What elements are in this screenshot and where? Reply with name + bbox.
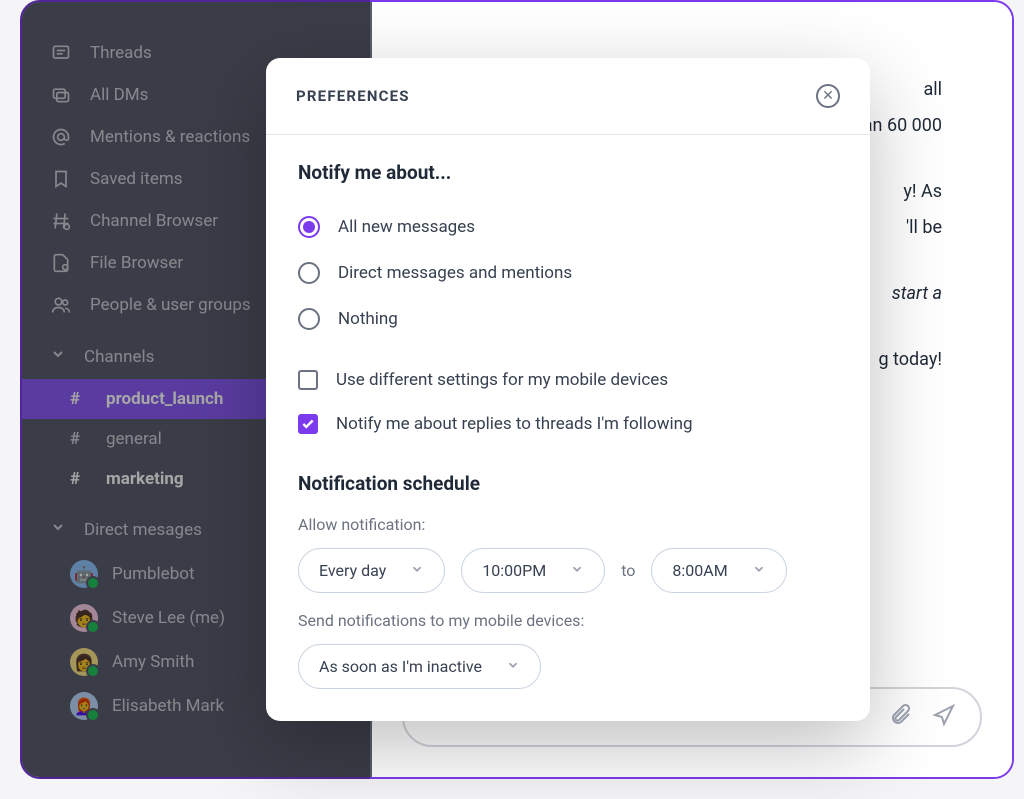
msg-text: g today!: [878, 349, 942, 370]
radio-label: All new messages: [338, 217, 475, 237]
dm-label: Steve Lee (me): [112, 608, 225, 628]
mentions-icon: [50, 126, 72, 148]
to-label: to: [621, 561, 635, 580]
checkbox-label: Use different settings for my mobile dev…: [336, 370, 668, 390]
dm-label: Pumblebot: [112, 564, 195, 584]
chevron-down-icon: [570, 561, 584, 580]
close-icon: ✕: [822, 88, 834, 104]
radio-icon: [298, 216, 320, 238]
threads-icon: [50, 42, 72, 64]
avatar: 👩: [70, 648, 98, 676]
modal-title: PREFERENCES: [296, 87, 410, 105]
file-browser-icon: [50, 252, 72, 274]
sidebar-item-label: File Browser: [90, 253, 183, 273]
schedule-heading: Notification schedule: [298, 472, 838, 495]
hash-icon: #: [70, 389, 88, 409]
preferences-modal: PREFERENCES ✕ Notify me about... All new…: [266, 58, 870, 721]
sidebar-item-label: Threads: [90, 43, 152, 63]
hash-icon: #: [70, 429, 88, 449]
dm-label: Elisabeth Mark: [112, 696, 224, 716]
select-value: As soon as I'm inactive: [319, 657, 482, 676]
schedule-day-select[interactable]: Every day: [298, 548, 445, 593]
channel-label: product_launch: [106, 389, 223, 409]
mobile-notifications-label: Send notifications to my mobile devices:: [298, 611, 838, 630]
send-icon[interactable]: [932, 703, 956, 731]
sidebar-item-label: Channel Browser: [90, 211, 218, 231]
msg-text: all: [923, 79, 942, 100]
notify-heading: Notify me about...: [298, 161, 838, 184]
chevron-down-icon: [506, 657, 520, 676]
msg-text: y! As: [903, 181, 942, 202]
section-label: Direct mesages: [84, 520, 202, 540]
checkbox-mobile-settings[interactable]: Use different settings for my mobile dev…: [298, 358, 838, 402]
mobile-timing-select[interactable]: As soon as I'm inactive: [298, 644, 541, 689]
avatar: 🧑: [70, 604, 98, 632]
channel-label: general: [106, 429, 162, 449]
sidebar-item-label: People & user groups: [90, 295, 251, 315]
checkbox-icon: [298, 370, 318, 390]
chevron-down-icon: [410, 561, 424, 580]
avatar: 🤖: [70, 560, 98, 588]
channel-browser-icon: [50, 210, 72, 232]
avatar: 👩‍🦰: [70, 692, 98, 720]
people-icon: [50, 294, 72, 316]
chevron-down-icon: [752, 561, 766, 580]
radio-label: Nothing: [338, 309, 398, 329]
schedule-end-select[interactable]: 8:00AM: [651, 548, 786, 593]
radio-label: Direct messages and mentions: [338, 263, 572, 283]
allow-notification-label: Allow notification:: [298, 515, 838, 534]
checkbox-label: Notify me about replies to threads I'm f…: [336, 414, 693, 434]
msg-text: 'll be: [906, 217, 942, 238]
checkbox-thread-replies[interactable]: Notify me about replies to threads I'm f…: [298, 402, 838, 446]
msg-text: an 60 000: [863, 115, 942, 136]
radio-nothing[interactable]: Nothing: [298, 296, 838, 342]
select-value: Every day: [319, 561, 386, 580]
sidebar-item-label: Mentions & reactions: [90, 127, 250, 147]
dms-icon: [50, 84, 72, 106]
channel-label: marketing: [106, 469, 184, 489]
dm-label: Amy Smith: [112, 652, 194, 672]
hash-icon: #: [70, 469, 88, 489]
attachment-icon[interactable]: [888, 703, 912, 731]
chevron-down-icon: [50, 519, 66, 540]
checkbox-icon: [298, 414, 318, 434]
radio-dms-mentions[interactable]: Direct messages and mentions: [298, 250, 838, 296]
sidebar-item-label: Saved items: [90, 169, 183, 189]
sidebar-item-label: All DMs: [90, 85, 148, 105]
bookmark-icon: [50, 168, 72, 190]
select-value: 10:00PM: [482, 561, 546, 580]
radio-icon: [298, 262, 320, 284]
msg-text: start a: [892, 283, 942, 304]
schedule-start-select[interactable]: 10:00PM: [461, 548, 605, 593]
chevron-down-icon: [50, 346, 66, 367]
close-button[interactable]: ✕: [816, 84, 840, 108]
radio-icon: [298, 308, 320, 330]
section-label: Channels: [84, 347, 154, 367]
select-value: 8:00AM: [672, 561, 727, 580]
radio-all-new-messages[interactable]: All new messages: [298, 204, 838, 250]
